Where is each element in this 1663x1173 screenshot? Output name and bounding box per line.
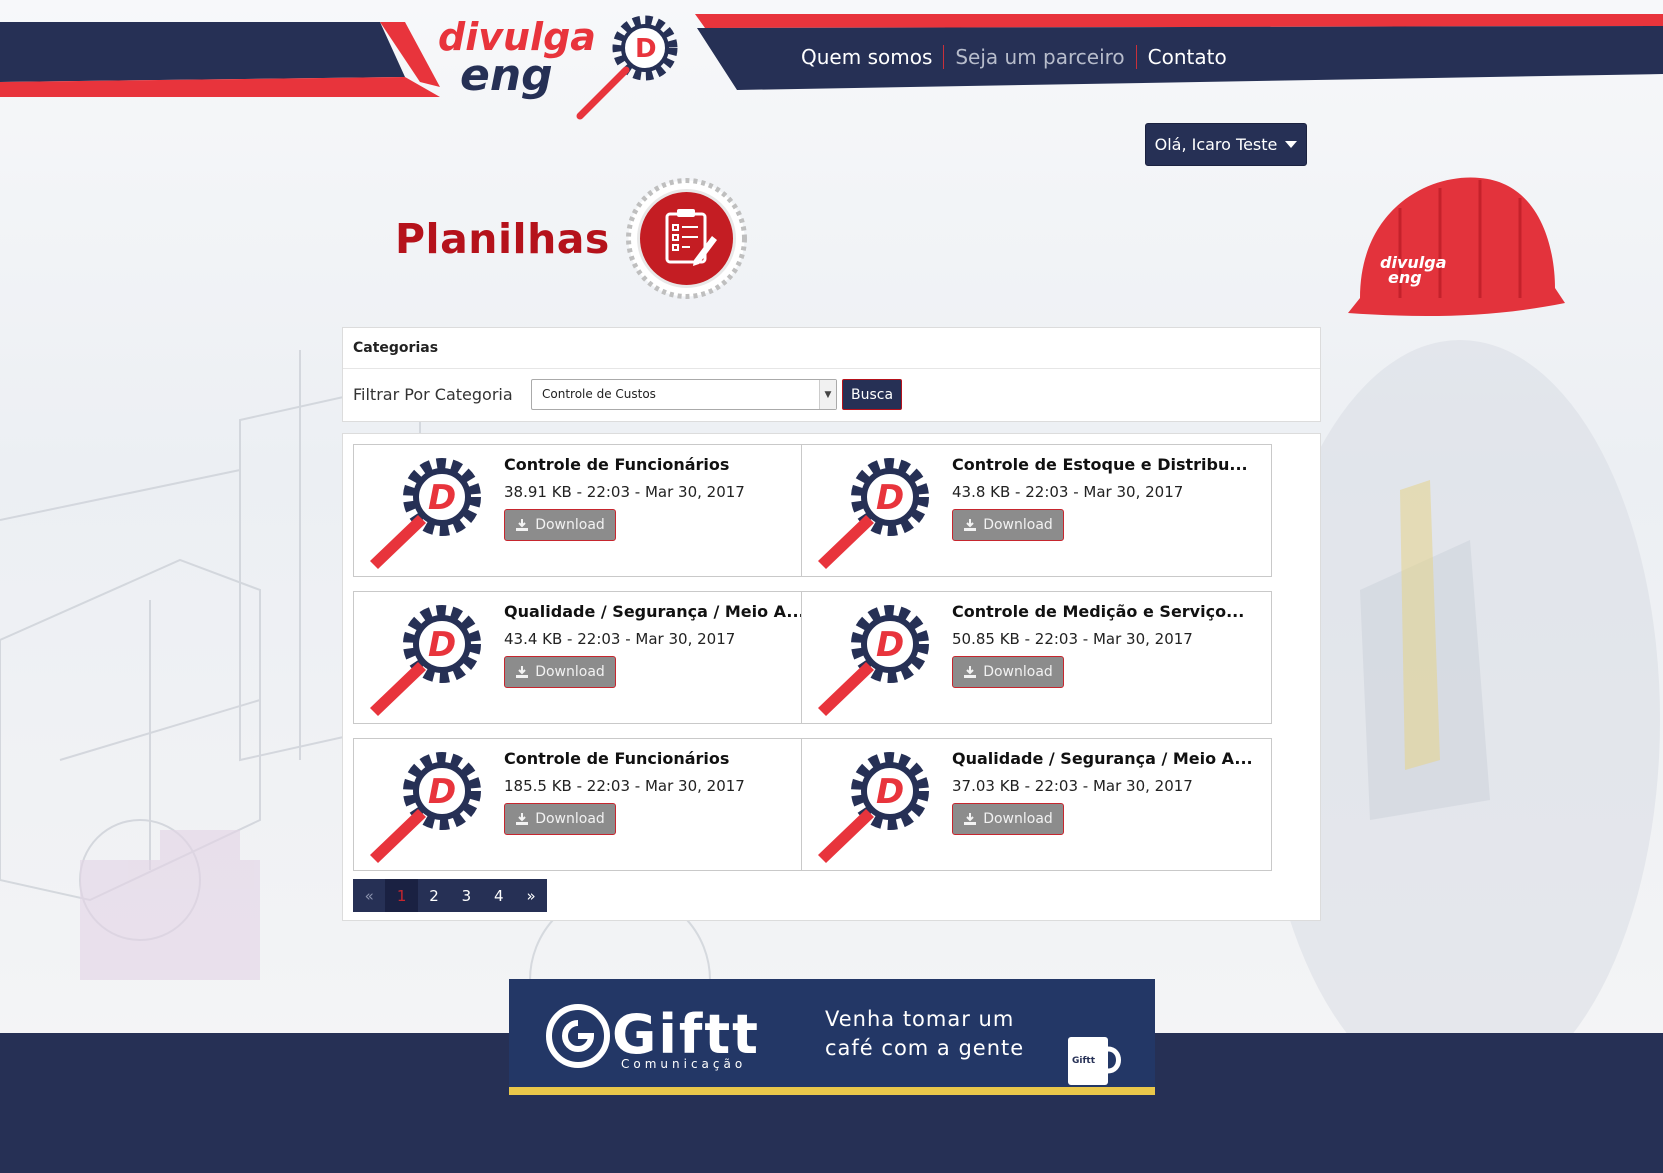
download-label: Download <box>535 811 605 827</box>
category-filter-panel: Categorias Filtrar Por Categoria Control… <box>342 327 1321 422</box>
download-icon <box>516 519 529 531</box>
file-meta: 185.5 KB - 22:03 - Mar 30, 2017 <box>504 777 745 795</box>
svg-text:D: D <box>428 478 456 518</box>
svg-text:eng: eng <box>1388 268 1422 287</box>
pagination-page-3[interactable]: 3 <box>450 879 483 912</box>
svg-text:D: D <box>876 772 904 812</box>
download-button[interactable]: Download <box>952 803 1064 835</box>
panel-heading: Categorias <box>343 328 1320 369</box>
hardhat-image: divulga eng <box>1348 177 1565 316</box>
category-select[interactable]: Controle de Custos ▼ <box>531 379 837 410</box>
file-card: D Qualidade / Segurança / Meio A... 43.4 K… <box>353 591 824 724</box>
download-label: Download <box>983 517 1053 533</box>
divulgaeng-logo[interactable]: divulga eng D <box>430 8 690 123</box>
download-icon <box>964 519 977 531</box>
svg-text:D: D <box>876 625 904 665</box>
file-meta: 37.03 KB - 22:03 - Mar 30, 2017 <box>952 777 1193 795</box>
download-button[interactable]: Download <box>504 509 616 541</box>
svg-text:eng: eng <box>460 50 553 101</box>
header-band-left <box>0 22 440 97</box>
download-label: Download <box>535 664 605 680</box>
download-button[interactable]: Download <box>952 509 1064 541</box>
ad-headline-1: Venha tomar um <box>825 1007 1015 1031</box>
search-button[interactable]: Busca <box>842 379 902 410</box>
clipboard-icon <box>625 178 747 299</box>
files-panel: D Controle de Funcionários 38.91 KB - 22:0… <box>342 433 1321 921</box>
nav-contato[interactable]: Contato <box>1137 44 1238 70</box>
ad-stripe <box>509 1087 1155 1095</box>
file-card: D Controle de Funcionários 185.5 KB - 22:0… <box>353 738 824 871</box>
page-title-row: Planilhas <box>395 176 749 301</box>
divulgaeng-mark-icon: D <box>818 752 929 863</box>
file-card: D Qualidade / Segurança / Meio A... 37.03 … <box>801 738 1272 871</box>
download-button[interactable]: Download <box>504 656 616 688</box>
giftt-logo-icon <box>546 1004 610 1068</box>
filter-label: Filtrar Por Categoria <box>353 385 513 404</box>
pagination-page-1[interactable]: 1 <box>385 879 418 912</box>
svg-text:D: D <box>635 34 657 64</box>
download-button[interactable]: Download <box>952 656 1064 688</box>
pagination-page-2[interactable]: 2 <box>417 879 451 912</box>
file-name[interactable]: Controle de Estoque e Distribu... <box>952 455 1248 474</box>
file-card: D Controle de Funcionários 38.91 KB - 22:0… <box>353 444 824 577</box>
file-name[interactable]: Qualidade / Segurança / Meio A... <box>504 602 805 621</box>
file-meta: 43.8 KB - 22:03 - Mar 30, 2017 <box>952 483 1184 501</box>
file-meta: 38.91 KB - 22:03 - Mar 30, 2017 <box>504 483 745 501</box>
caret-down-icon <box>1285 141 1298 148</box>
page-title: Planilhas <box>395 214 610 263</box>
download-label: Download <box>983 811 1053 827</box>
divulgaeng-mark-icon: D <box>370 605 481 716</box>
main-nav: Quem somos Seja um parceiro Contato <box>790 40 1238 74</box>
file-meta: 50.85 KB - 22:03 - Mar 30, 2017 <box>952 630 1193 648</box>
pagination-page-4[interactable]: 4 <box>482 879 515 912</box>
download-icon <box>516 813 529 825</box>
pagination-prev[interactable]: « <box>353 879 386 912</box>
svg-text:D: D <box>428 772 456 812</box>
user-menu-button[interactable]: Olá, Icaro Teste <box>1145 123 1307 166</box>
nav-seja-um-parceiro[interactable]: Seja um parceiro <box>944 44 1135 70</box>
download-icon <box>964 813 977 825</box>
coffee-mug-icon: Giftt <box>1068 1037 1121 1085</box>
file-name[interactable]: Controle de Funcionários <box>504 749 729 768</box>
svg-text:D: D <box>428 625 456 665</box>
download-button[interactable]: Download <box>504 803 616 835</box>
divulgaeng-mark-icon: D <box>818 458 929 569</box>
pagination: « 1 2 3 4 » <box>353 879 548 912</box>
category-select-value: Controle de Custos <box>542 387 656 401</box>
file-card: D Controle de Estoque e Distribu... 43.8 K… <box>801 444 1272 577</box>
svg-text:D: D <box>876 478 904 518</box>
user-greeting: Olá, Icaro Teste <box>1154 135 1278 154</box>
mug-label: Giftt <box>1072 1056 1096 1066</box>
giftt-ad-banner[interactable]: Giftt Comunicação Venha tomar um café co… <box>509 979 1155 1095</box>
file-card: D Controle de Medição e Serviço... 50.85 K… <box>801 591 1272 724</box>
ad-brand-sub: Comunicação <box>621 1057 747 1071</box>
file-meta: 43.4 KB - 22:03 - Mar 30, 2017 <box>504 630 736 648</box>
download-icon <box>964 666 977 678</box>
divulgaeng-mark-icon: D <box>370 752 481 863</box>
download-icon <box>516 666 529 678</box>
file-name[interactable]: Qualidade / Segurança / Meio A... <box>952 749 1253 768</box>
download-label: Download <box>983 664 1053 680</box>
ad-headline-2: café com a gente <box>825 1036 1025 1060</box>
pagination-next[interactable]: » <box>514 879 548 912</box>
nav-quem-somos[interactable]: Quem somos <box>790 44 943 70</box>
divulgaeng-mark-icon: D <box>370 458 481 569</box>
divulgaeng-mark-icon: D <box>818 605 929 716</box>
download-label: Download <box>535 517 605 533</box>
file-name[interactable]: Controle de Funcionários <box>504 455 729 474</box>
chevron-down-icon: ▼ <box>819 380 836 409</box>
file-name[interactable]: Controle de Medição e Serviço... <box>952 602 1244 621</box>
